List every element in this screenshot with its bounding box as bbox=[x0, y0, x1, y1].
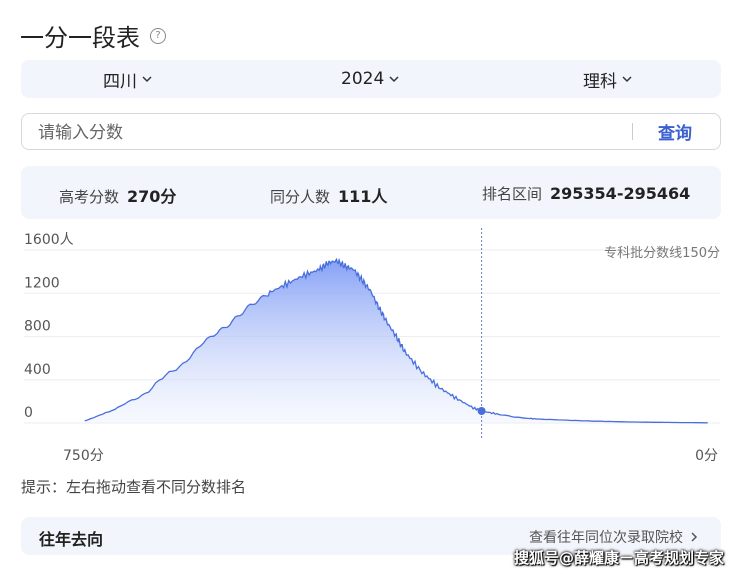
same-score-stat: 同分人数 111人 bbox=[270, 183, 387, 207]
page-title: 一分一段表 ? bbox=[20, 18, 166, 53]
year-label: 2024 bbox=[341, 69, 385, 89]
subject-dropdown[interactable]: 理科 bbox=[583, 67, 632, 92]
y-tick-label: 1200 bbox=[24, 275, 60, 291]
x-axis-start-label: 750分 bbox=[63, 448, 104, 464]
help-icon[interactable]: ? bbox=[150, 27, 166, 44]
y-tick-label: 1600人 bbox=[24, 232, 74, 248]
chevron-down-icon bbox=[389, 76, 399, 83]
y-tick-label: 800 bbox=[24, 319, 51, 335]
past-years-link-text: 查看往年同位次录取院校 bbox=[529, 530, 683, 546]
score-search-input[interactable] bbox=[36, 114, 620, 151]
cutoff-annotation: 专科批分数线150分 bbox=[604, 246, 720, 261]
rank-stat: 排名区间 295354-295464 bbox=[482, 183, 690, 204]
x-axis-end-label: 0分 bbox=[695, 448, 718, 464]
subject-label: 理科 bbox=[583, 71, 617, 92]
y-tick-label: 400 bbox=[24, 362, 51, 378]
score-stat-label: 高考分数 bbox=[59, 188, 120, 206]
y-tick-label: 0 bbox=[24, 405, 33, 421]
score-distribution-chart[interactable]: 1600人 1200 800 400 0 专科批分数线150分 750分 0分 bbox=[0, 228, 743, 468]
score-stat-value: 270分 bbox=[127, 187, 177, 206]
rank-value: 295354-295464 bbox=[550, 184, 691, 203]
past-years-link[interactable]: 查看往年同位次录取院校 bbox=[529, 527, 699, 547]
chevron-right-icon bbox=[691, 532, 698, 542]
year-dropdown[interactable]: 2024 bbox=[341, 69, 399, 89]
past-years-title: 往年去向 bbox=[39, 530, 104, 549]
chevron-down-icon bbox=[142, 76, 152, 83]
drag-hint: 提示：左右拖动查看不同分数排名 bbox=[21, 478, 247, 496]
watermark: 搜狐号@薛耀康－高考规划专家 bbox=[514, 549, 725, 567]
search-box: 查询 bbox=[21, 113, 721, 151]
chevron-down-icon bbox=[622, 76, 632, 83]
search-button[interactable]: 查询 bbox=[658, 119, 692, 144]
rank-label: 排名区间 bbox=[482, 185, 543, 203]
province-dropdown[interactable]: 四川 bbox=[103, 67, 152, 92]
page-title-text: 一分一段表 bbox=[20, 24, 140, 52]
score-stat: 高考分数 270分 bbox=[59, 183, 176, 207]
same-score-value: 111人 bbox=[338, 187, 388, 206]
score-marker-dot[interactable] bbox=[477, 406, 486, 415]
distribution-area bbox=[84, 259, 708, 423]
filter-bar: 四川 2024 理科 bbox=[21, 60, 721, 98]
search-divider bbox=[632, 123, 633, 140]
same-score-label: 同分人数 bbox=[270, 188, 331, 206]
stats-bar: 高考分数 270分 同分人数 111人 排名区间 295354-295464 bbox=[21, 166, 721, 219]
province-label: 四川 bbox=[103, 71, 137, 92]
